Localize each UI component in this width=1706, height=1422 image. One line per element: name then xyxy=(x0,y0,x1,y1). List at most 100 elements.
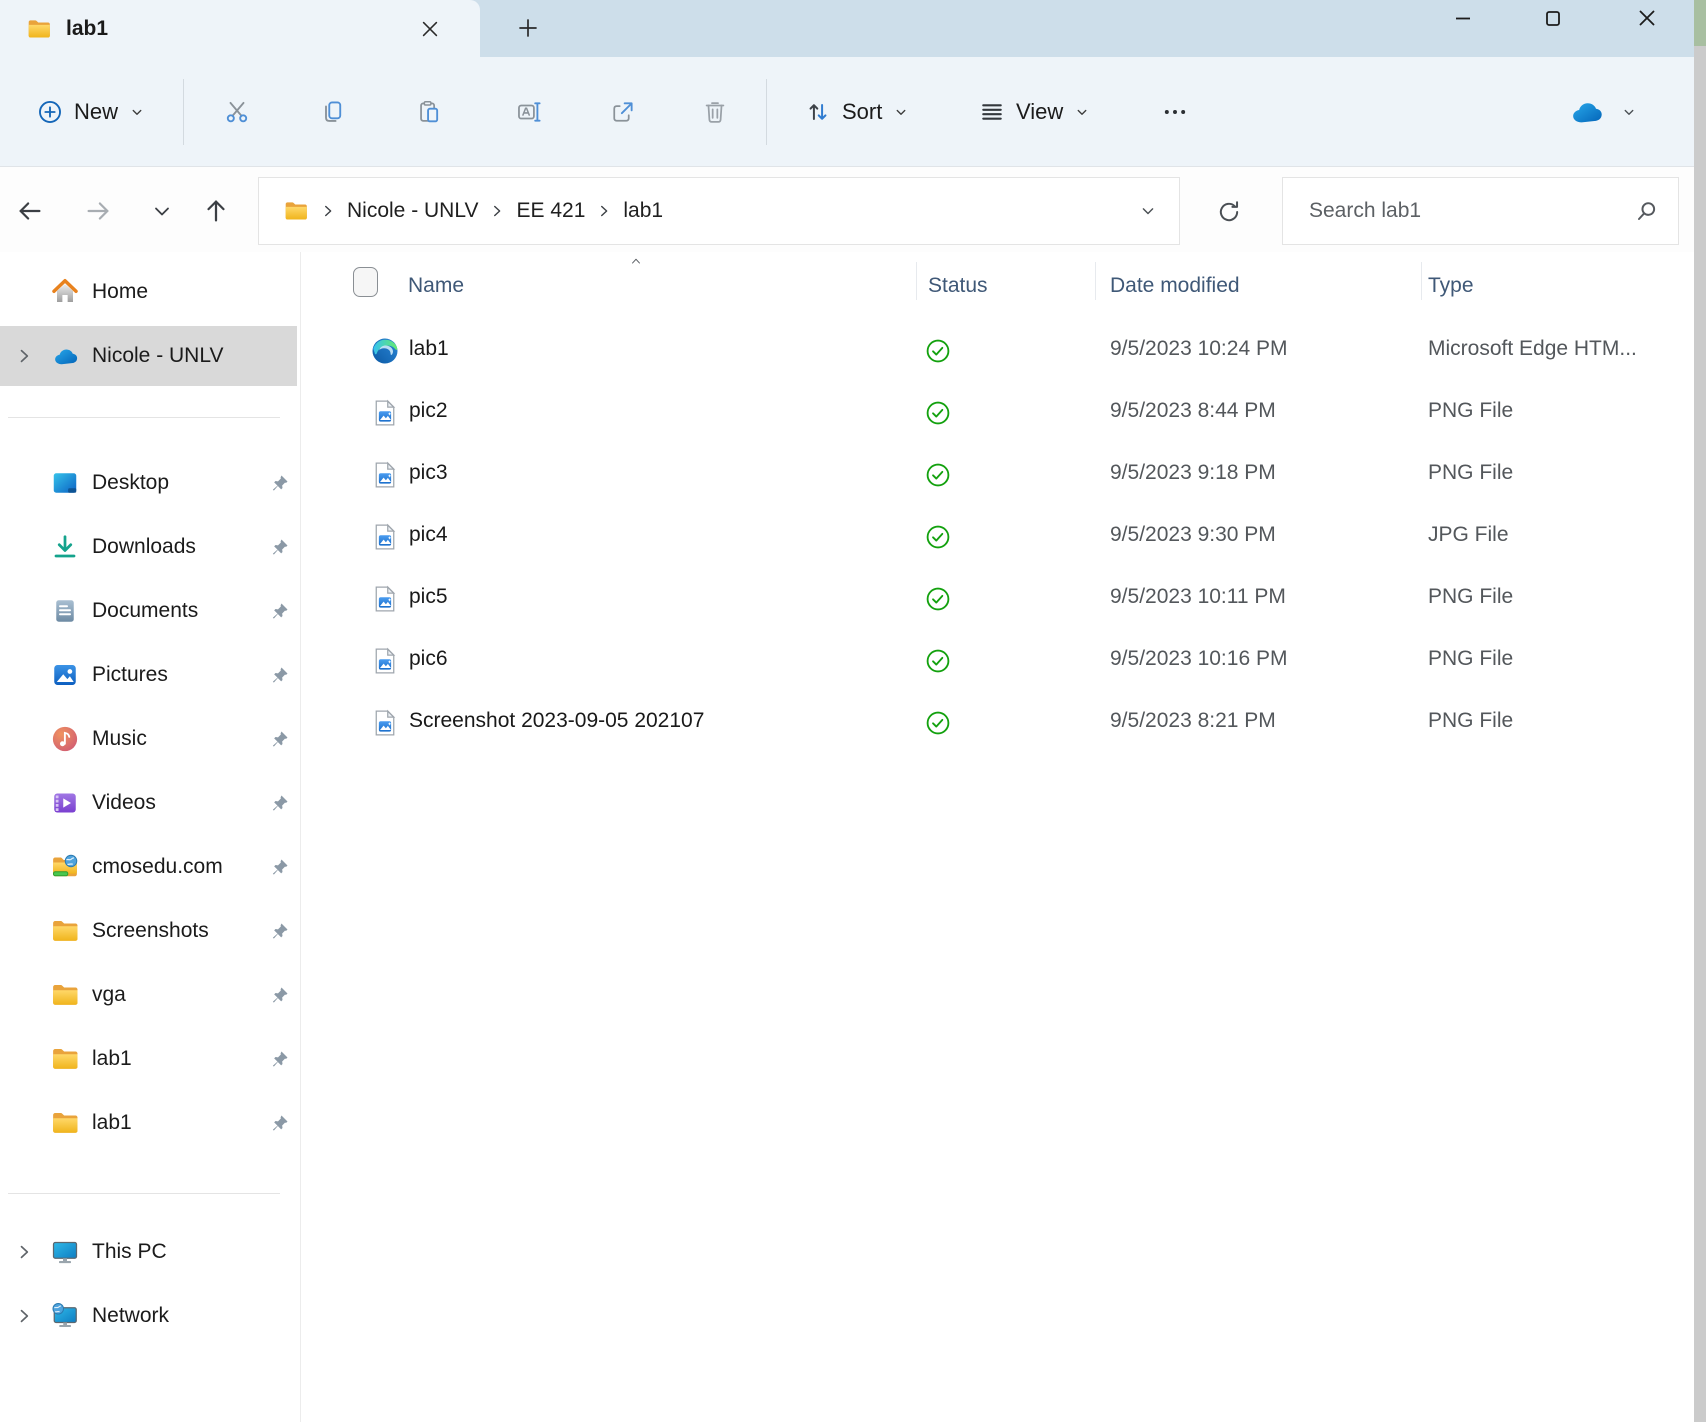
column-splitter[interactable] xyxy=(1421,262,1422,300)
paste-icon xyxy=(415,98,443,126)
file-row-pic5[interactable]: pic59/5/2023 10:11 PMPNG File xyxy=(301,568,1694,630)
file-row-pic6[interactable]: pic69/5/2023 10:16 PMPNG File xyxy=(301,630,1694,692)
recent-locations-button[interactable] xyxy=(140,189,184,233)
up-button[interactable] xyxy=(194,189,238,233)
forward-button[interactable] xyxy=(76,189,120,233)
cut-icon xyxy=(223,98,251,126)
search-icon[interactable] xyxy=(1634,198,1660,224)
refresh-icon xyxy=(1215,198,1243,226)
file-row-pic4[interactable]: pic49/5/2023 9:30 PMJPG File xyxy=(301,506,1694,568)
sidebar-item-documents[interactable]: Documents xyxy=(0,581,297,641)
expander-chevron-icon[interactable] xyxy=(14,346,34,366)
select-all-checkbox[interactable] xyxy=(353,267,378,297)
new-tab-button[interactable] xyxy=(508,8,548,48)
see-more-button[interactable] xyxy=(1146,83,1204,141)
sync-status-check-icon xyxy=(925,338,951,364)
expander-spacer xyxy=(14,1113,34,1133)
music-icon xyxy=(50,724,80,754)
sidebar-item-network[interactable]: Network xyxy=(0,1286,297,1346)
expander-spacer xyxy=(14,729,34,749)
breadcrumb-segment[interactable]: Nicole - UNLV xyxy=(341,193,484,229)
chevron-down-icon xyxy=(128,103,146,121)
file-type: Microsoft Edge HTM... xyxy=(1428,337,1637,361)
sidebar-item-label: lab1 xyxy=(92,1047,132,1071)
toolbar-separator xyxy=(766,79,767,145)
share-button[interactable] xyxy=(594,83,652,141)
sidebar-item-music[interactable]: Music xyxy=(0,709,297,769)
edge-icon xyxy=(370,336,400,366)
new-button[interactable]: New xyxy=(22,83,160,141)
minimize-button[interactable] xyxy=(1431,0,1495,46)
sidebar-item-home[interactable]: Home xyxy=(0,262,297,322)
chevron-down-icon xyxy=(1073,103,1091,121)
desktop-icon xyxy=(50,468,80,498)
onedrive-icon xyxy=(50,341,80,371)
file-row-screenshot-2023-09-05-202107[interactable]: Screenshot 2023-09-05 2021079/5/2023 8:2… xyxy=(301,692,1694,754)
sync-status-check-icon xyxy=(925,586,951,612)
column-header-name[interactable]: Name xyxy=(408,274,464,298)
paste-button[interactable] xyxy=(400,83,458,141)
breadcrumb-segment[interactable]: EE 421 xyxy=(510,193,591,229)
rename-button[interactable] xyxy=(500,83,558,141)
file-date-modified: 9/5/2023 9:18 PM xyxy=(1110,461,1276,485)
expander-chevron-icon[interactable] xyxy=(14,1242,34,1262)
column-splitter[interactable] xyxy=(916,262,917,300)
sidebar-item-screenshots[interactable]: Screenshots xyxy=(0,901,297,961)
sidebar-divider xyxy=(8,1193,280,1194)
sort-button[interactable]: Sort xyxy=(792,83,922,141)
delete-button[interactable] xyxy=(686,83,744,141)
chevron-down-icon xyxy=(1138,201,1158,221)
refresh-button[interactable] xyxy=(1206,189,1252,235)
maximize-icon xyxy=(1541,6,1565,30)
file-row-pic2[interactable]: pic29/5/2023 8:44 PMPNG File xyxy=(301,382,1694,444)
file-type: PNG File xyxy=(1428,647,1513,671)
sidebar-item-videos[interactable]: Videos xyxy=(0,773,297,833)
column-header-date-modified[interactable]: Date modified xyxy=(1110,274,1240,298)
onedrive-status-button[interactable] xyxy=(1556,83,1648,141)
onedrive-cloud-icon xyxy=(1566,97,1606,127)
sidebar-item-vga[interactable]: vga xyxy=(0,965,297,1025)
sort-icon xyxy=(804,98,832,126)
sync-status-check-icon xyxy=(925,648,951,674)
back-button[interactable] xyxy=(8,189,52,233)
file-date-modified: 9/5/2023 8:44 PM xyxy=(1110,399,1276,423)
pictures-icon xyxy=(50,660,80,690)
command-toolbar: New Sort View xyxy=(0,57,1694,167)
column-header-type[interactable]: Type xyxy=(1428,274,1474,298)
file-row-lab1[interactable]: lab19/5/2023 10:24 PMMicrosoft Edge HTM.… xyxy=(301,320,1694,382)
column-header-status[interactable]: Status xyxy=(928,274,988,298)
address-bar[interactable]: Nicole - UNLV EE 421 lab1 xyxy=(258,177,1180,245)
sidebar-item-downloads[interactable]: Downloads xyxy=(0,517,297,577)
tab-lab1[interactable]: lab1 xyxy=(0,0,480,57)
sidebar-item-cmosedu-com[interactable]: cmosedu.com xyxy=(0,837,297,897)
file-row-pic3[interactable]: pic39/5/2023 9:18 PMPNG File xyxy=(301,444,1694,506)
file-type: PNG File xyxy=(1428,585,1513,609)
folder-icon xyxy=(50,1108,80,1138)
sidebar-item-this-pc[interactable]: This PC xyxy=(0,1222,297,1282)
expander-chevron-icon[interactable] xyxy=(14,1306,34,1326)
sidebar-item-lab1[interactable]: lab1 xyxy=(0,1029,297,1089)
column-splitter[interactable] xyxy=(1095,262,1096,300)
address-dropdown-button[interactable] xyxy=(1131,194,1165,228)
file-name: lab1 xyxy=(409,337,449,361)
sidebar-item-pictures[interactable]: Pictures xyxy=(0,645,297,705)
sidebar-item-lab1[interactable]: lab1 xyxy=(0,1093,297,1153)
address-row: Nicole - UNLV EE 421 lab1 xyxy=(0,167,1694,252)
view-button[interactable]: View xyxy=(966,83,1103,141)
sidebar-item-desktop[interactable]: Desktop xyxy=(0,453,297,513)
pin-icon xyxy=(270,793,290,813)
image-file-icon xyxy=(370,584,400,614)
maximize-button[interactable] xyxy=(1521,0,1585,46)
copy-button[interactable] xyxy=(304,83,362,141)
expander-spacer xyxy=(14,473,34,493)
see-more-icon xyxy=(1161,98,1189,126)
search-input[interactable] xyxy=(1307,198,1634,224)
sidebar-item-label: Music xyxy=(92,727,147,751)
cut-button[interactable] xyxy=(208,83,266,141)
close-window-button[interactable] xyxy=(1615,0,1679,46)
sidebar-item-nicole-unlv[interactable]: Nicole - UNLV xyxy=(0,326,297,386)
breadcrumb-chevron-icon xyxy=(488,202,506,220)
breadcrumb-segment[interactable]: lab1 xyxy=(617,193,669,229)
tab-close-button[interactable] xyxy=(410,9,450,49)
file-date-modified: 9/5/2023 9:30 PM xyxy=(1110,523,1276,547)
